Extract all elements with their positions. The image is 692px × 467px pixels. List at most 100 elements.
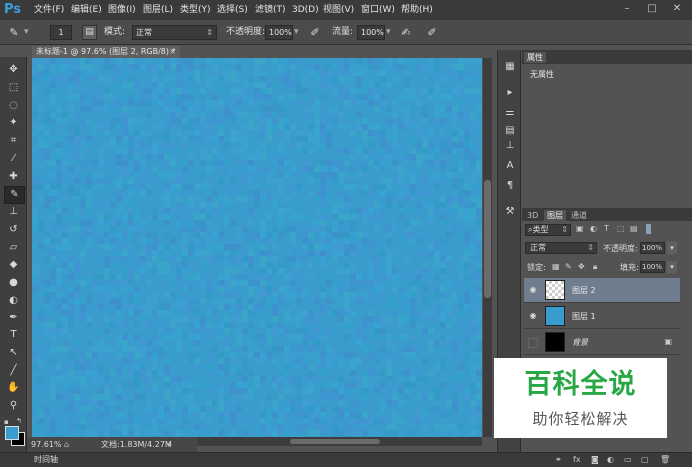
filter-toggle-icon[interactable] xyxy=(646,224,651,234)
airbrush-icon[interactable]: ✍ xyxy=(398,25,414,41)
paint-bucket-tool-icon[interactable]: ◆ xyxy=(4,257,23,273)
lock-transparent-icon[interactable]: ▦ xyxy=(552,262,560,271)
swap-colors-icon[interactable]: ↰ xyxy=(16,417,24,425)
fill-dropdown-icon[interactable]: ▾ xyxy=(667,261,677,273)
maximize-icon[interactable]: □ xyxy=(643,2,661,16)
timeline-bar[interactable]: 时间轴 xyxy=(0,452,692,467)
actions-panel-icon[interactable]: ▸ xyxy=(501,85,519,101)
menu-filter[interactable]: 滤镜(T) xyxy=(255,3,286,17)
menu-view[interactable]: 视图(V) xyxy=(323,3,354,17)
zoom-tool-icon[interactable]: ⚲ xyxy=(4,398,23,414)
close-icon[interactable]: ✕ xyxy=(668,2,686,16)
history-brush-tool-icon[interactable]: ↺ xyxy=(4,222,23,238)
lock-paint-icon[interactable]: ✎ xyxy=(565,262,572,271)
filter-adjustment-icon[interactable]: ◐ xyxy=(590,224,597,233)
brush-panel-toggle-icon[interactable]: ▤ xyxy=(82,25,97,40)
layer-opacity-input[interactable]: 100% xyxy=(640,242,665,254)
tool-presets-panel-icon[interactable]: ⚒ xyxy=(501,204,519,220)
eraser-tool-icon[interactable]: ▱ xyxy=(4,240,23,256)
menu-edit[interactable]: 编辑(E) xyxy=(71,3,102,17)
tab-layers[interactable]: 图层 xyxy=(544,210,566,221)
blur-tool-icon[interactable]: ● xyxy=(4,275,23,291)
eye-icon[interactable]: ◉ xyxy=(528,311,538,321)
brush-preset-arrow-icon[interactable]: ▾ xyxy=(24,26,29,39)
history-panel-icon[interactable]: ▦ xyxy=(501,59,519,75)
lock-all-icon[interactable]: 🔒︎ xyxy=(593,262,597,272)
eyedropper-tool-icon[interactable]: ⁄ xyxy=(4,151,23,167)
status-menu-arrow-icon[interactable]: ▸ xyxy=(168,437,172,452)
dodge-tool-icon[interactable]: ◐ xyxy=(4,293,23,309)
brush-size-picker[interactable]: 1 xyxy=(50,25,72,40)
delete-layer-icon[interactable]: 🗑︎ xyxy=(660,455,670,464)
filter-pixel-icon[interactable]: ▣ xyxy=(576,224,584,233)
quick-select-tool-icon[interactable]: ✦ xyxy=(4,115,23,131)
blend-mode-select[interactable]: 正常 ⇕ xyxy=(525,242,597,254)
layer-filter-select[interactable]: ⌕类型 ⇕ xyxy=(525,224,571,236)
path-select-tool-icon[interactable]: ↖ xyxy=(4,345,23,361)
crop-tool-icon[interactable]: ⌗ xyxy=(4,133,23,149)
tab-channels[interactable]: 通道 xyxy=(568,210,590,221)
new-group-icon[interactable]: ▭ xyxy=(624,455,632,464)
brush-tool-icon[interactable]: ✎ xyxy=(6,25,22,41)
layer-name[interactable]: 图层 1 xyxy=(572,311,596,322)
minimize-icon[interactable]: – xyxy=(618,2,636,16)
shape-tool-icon[interactable]: ╱ xyxy=(4,363,23,379)
opacity-dropdown-icon[interactable]: ▾ xyxy=(294,26,299,39)
menu-type[interactable]: 类型(Y) xyxy=(180,3,211,17)
pen-tool-icon[interactable]: ✒ xyxy=(4,310,23,326)
pressure-opacity-icon[interactable]: ✐ xyxy=(307,25,323,41)
lock-position-icon[interactable]: ✥ xyxy=(578,262,585,271)
paragraph-panel-icon[interactable]: ¶ xyxy=(501,178,519,194)
horizontal-scroll-thumb[interactable] xyxy=(290,439,380,444)
layer-name[interactable]: 背景 xyxy=(572,337,588,348)
eye-icon[interactable]: ◉ xyxy=(528,285,538,295)
close-document-icon[interactable]: × xyxy=(169,46,176,58)
menu-layer[interactable]: 图层(L) xyxy=(143,3,173,17)
flow-input[interactable]: 100% xyxy=(357,25,385,40)
healing-brush-tool-icon[interactable]: ✚ xyxy=(4,169,23,185)
marquee-tool-icon[interactable]: ⬚ xyxy=(4,80,23,96)
filter-type-icon[interactable]: T xyxy=(604,224,609,233)
clone-stamp-tool-icon[interactable]: ⊥ xyxy=(4,204,23,220)
vertical-scroll-thumb[interactable] xyxy=(484,180,491,298)
zoom-level[interactable]: 97.61% xyxy=(31,437,62,452)
tab-properties[interactable]: 属性 xyxy=(524,52,546,63)
menu-select[interactable]: 选择(S) xyxy=(217,3,248,17)
brush-presets-panel-icon[interactable]: ▤ xyxy=(501,123,519,139)
adjustments-panel-icon[interactable]: ⚌ xyxy=(501,105,519,121)
type-tool-icon[interactable]: T xyxy=(4,327,23,343)
document-tab[interactable]: 未标题-1 @ 97.6% (图层 2, RGB/8) * × xyxy=(32,46,180,58)
status-info-icon[interactable]: ⌂ xyxy=(64,437,69,452)
add-mask-icon[interactable]: ◙ xyxy=(591,455,599,464)
move-tool-icon[interactable]: ✥ xyxy=(4,62,23,78)
layer-name[interactable]: 图层 2 xyxy=(572,285,596,296)
menu-3d[interactable]: 3D(D) xyxy=(292,3,319,17)
adjustment-layer-icon[interactable]: ◐ xyxy=(607,455,614,464)
new-layer-icon[interactable]: ▢ xyxy=(641,455,649,464)
character-panel-icon[interactable]: A xyxy=(501,158,519,174)
menu-help[interactable]: 帮助(H) xyxy=(401,3,433,17)
menu-file[interactable]: 文件(F) xyxy=(34,3,64,17)
layer-row-background[interactable]: 背景 ▣ xyxy=(524,330,680,355)
pressure-size-icon[interactable]: ✐ xyxy=(424,25,440,41)
filter-smart-object-icon[interactable]: ▤ xyxy=(630,224,638,233)
flow-dropdown-icon[interactable]: ▾ xyxy=(386,26,391,39)
menu-image[interactable]: 图像(I) xyxy=(108,3,136,17)
opacity-input[interactable]: 100% xyxy=(265,25,293,40)
foreground-color-swatch[interactable] xyxy=(5,426,19,440)
filter-shape-icon[interactable]: ⬚ xyxy=(617,224,625,233)
layer-style-icon[interactable]: fx xyxy=(573,455,581,464)
default-colors-icon[interactable]: ▪ xyxy=(4,418,12,426)
clone-source-panel-icon[interactable]: ⊥ xyxy=(501,138,519,154)
link-layers-icon[interactable]: ⚭ xyxy=(555,455,562,464)
menu-window[interactable]: 窗口(W) xyxy=(361,3,395,17)
tab-3d[interactable]: 3D xyxy=(524,210,541,221)
hand-tool-icon[interactable]: ✋ xyxy=(4,380,23,396)
lasso-tool-icon[interactable]: ◌ xyxy=(4,98,23,114)
layer-opacity-dropdown-icon[interactable]: ▾ xyxy=(667,242,677,254)
visibility-toggle-empty[interactable] xyxy=(528,338,538,348)
timeline-label[interactable]: 时间轴 xyxy=(34,453,58,467)
layer-row-layer2[interactable]: ◉ 图层 2 xyxy=(524,278,680,303)
canvas[interactable] xyxy=(32,58,482,437)
brush-tool-active-icon[interactable]: ✎ xyxy=(4,186,25,204)
